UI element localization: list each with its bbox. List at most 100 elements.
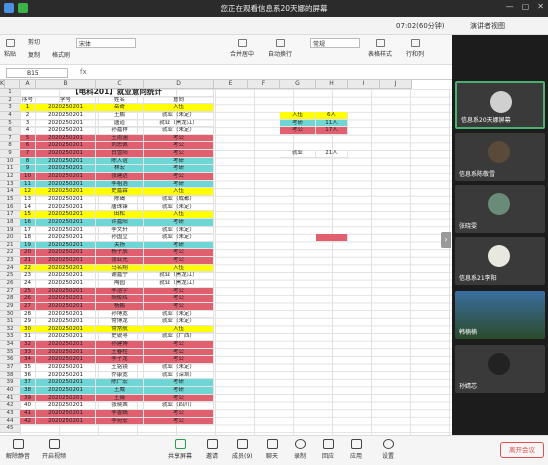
intent-cell[interactable]: 考公 [144, 287, 214, 296]
row-header[interactable]: 7 [0, 134, 20, 143]
participant-tile[interactable]: 张晓雯 [455, 185, 545, 233]
student-id-cell[interactable]: 2020250201 [36, 142, 96, 151]
student-name-cell[interactable]: 陈广宏 [96, 379, 144, 387]
summary-label[interactable]: 考公 [280, 127, 316, 135]
student-name-cell[interactable]: 李香嫣 [96, 409, 144, 418]
intent-cell[interactable]: 就业（未定） [144, 111, 214, 120]
number-format-select[interactable]: 常规 [310, 38, 360, 48]
table-row-index[interactable]: 20 [20, 249, 36, 258]
table-row-index[interactable]: 38 [20, 386, 36, 395]
table-row-index[interactable]: 22 [20, 264, 36, 273]
intent-cell[interactable]: 就业（黑龙江） [144, 280, 214, 288]
student-name-cell[interactable]: 谢嘉宁 [96, 272, 144, 280]
student-id-cell[interactable]: 2020250201 [36, 150, 96, 158]
student-id-cell[interactable]: 2020250201 [36, 211, 96, 219]
intent-cell[interactable]: 入伍 [144, 211, 214, 219]
row-header[interactable]: 2 [0, 96, 20, 105]
column-title[interactable]: 序号 [20, 96, 36, 105]
student-name-cell[interactable]: 史嘉霖 [96, 188, 144, 196]
intent-cell[interactable]: 考研 [144, 241, 214, 250]
table-row-index[interactable]: 42 [20, 417, 36, 426]
format-painter-button[interactable]: 格式刷 [52, 50, 70, 59]
column-header[interactable]: D [144, 80, 214, 89]
row-header[interactable]: 8 [0, 142, 20, 151]
student-id-cell[interactable]: 2020250201 [36, 302, 96, 311]
row-header[interactable]: 18 [0, 218, 20, 227]
student-name-cell[interactable]: 孙博宽 [96, 310, 144, 319]
table-row-index[interactable]: 10 [20, 173, 36, 181]
student-name-cell[interactable]: 孙建博 [96, 341, 144, 349]
table-row-index[interactable]: 36 [20, 371, 36, 380]
intent-cell[interactable]: 就业（黑龙江） [144, 119, 214, 128]
intent-cell[interactable]: 就业（未定） [144, 318, 214, 326]
student-name-cell[interactable]: 陈碣 [96, 195, 144, 204]
intent-cell[interactable]: 考研 [144, 218, 214, 227]
student-id-cell[interactable]: 2020250201 [36, 119, 96, 128]
student-name-cell[interactable]: 林宏 [96, 165, 144, 174]
column-header[interactable]: J [380, 80, 412, 89]
minimize-icon[interactable]: — [506, 2, 514, 11]
row-header[interactable]: 31 [0, 318, 20, 326]
intent-cell[interactable]: 就业（深圳） [144, 371, 214, 380]
student-name-cell[interactable]: 孙国立 [96, 234, 144, 242]
column-title[interactable]: 学号 [36, 96, 96, 105]
student-name-cell[interactable]: 李祖浩 [96, 180, 144, 189]
row-header[interactable]: 21 [0, 241, 20, 250]
record-button[interactable]: 录制 [294, 439, 306, 460]
student-name-cell[interactable]: 岳奇 [96, 104, 144, 112]
summary-value[interactable]: 21人 [316, 150, 348, 158]
student-id-cell[interactable]: 2020250201 [36, 127, 96, 135]
column-header[interactable]: C [96, 80, 144, 89]
participant-tile[interactable]: 信息系20天娜屏幕 [455, 81, 545, 129]
row-header[interactable]: 19 [0, 226, 20, 235]
student-name-cell[interactable]: 白雪阳 [96, 150, 144, 158]
student-id-cell[interactable]: 2020250201 [36, 249, 96, 258]
intent-cell[interactable]: 入伍 [144, 264, 214, 273]
table-row-index[interactable]: 11 [20, 180, 36, 189]
student-name-cell[interactable]: 唐珠锋 [96, 203, 144, 212]
intent-cell[interactable]: 就业（广西） [144, 333, 214, 342]
student-id-cell[interactable]: 2020250201 [36, 111, 96, 120]
row-header[interactable]: 36 [0, 356, 20, 365]
student-id-cell[interactable]: 2020250201 [36, 356, 96, 365]
student-name-cell[interactable]: 唐道 [96, 119, 144, 128]
apps-button[interactable]: 应用 [350, 439, 362, 460]
student-id-cell[interactable]: 2020250201 [36, 417, 96, 426]
table-row-index[interactable]: 29 [20, 318, 36, 326]
student-id-cell[interactable]: 2020250201 [36, 234, 96, 242]
student-name-cell[interactable]: 乔康宽 [96, 371, 144, 380]
summary-label[interactable]: 入伍 [280, 111, 316, 120]
column-header[interactable]: G [280, 80, 316, 89]
row-header[interactable]: 42 [0, 402, 20, 410]
student-id-cell[interactable]: 2020250201 [36, 241, 96, 250]
wrap-text-button[interactable]: 自动换行 [268, 39, 292, 58]
summary-value[interactable]: 11人 [316, 119, 348, 128]
table-row-index[interactable]: 16 [20, 218, 36, 227]
student-id-cell[interactable]: 2020250201 [36, 134, 96, 143]
table-row-index[interactable]: 32 [20, 341, 36, 349]
table-row-index[interactable]: 19 [20, 241, 36, 250]
row-header[interactable]: 33 [0, 333, 20, 342]
row-header[interactable]: 23 [0, 257, 20, 265]
student-id-cell[interactable]: 2020250201 [36, 280, 96, 288]
row-header[interactable]: 11 [0, 165, 20, 174]
student-name-cell[interactable]: 李子龙 [96, 356, 144, 365]
student-id-cell[interactable]: 2020250201 [36, 195, 96, 204]
row-header[interactable]: 38 [0, 371, 20, 380]
student-name-cell[interactable]: 王铭镜 [96, 364, 144, 372]
row-header[interactable]: 28 [0, 295, 20, 303]
student-name-cell[interactable]: 陈入谊 [96, 157, 144, 166]
student-name-cell[interactable]: 马名翔 [96, 264, 144, 273]
row-header[interactable]: 12 [0, 173, 20, 181]
table-row-index[interactable]: 1 [20, 104, 36, 112]
table-row-index[interactable]: 24 [20, 280, 36, 288]
row-header[interactable]: 22 [0, 249, 20, 258]
row-header[interactable]: 4 [0, 111, 20, 120]
invite-button[interactable]: 邀请 [206, 439, 218, 460]
table-row-index[interactable]: 18 [20, 234, 36, 242]
student-id-cell[interactable]: 2020250201 [36, 394, 96, 403]
table-row-index[interactable]: 9 [20, 165, 36, 174]
sidebar-collapse-handle[interactable]: › [441, 232, 451, 248]
intent-cell[interactable]: 入伍 [144, 104, 214, 112]
student-id-cell[interactable]: 2020250201 [36, 318, 96, 326]
